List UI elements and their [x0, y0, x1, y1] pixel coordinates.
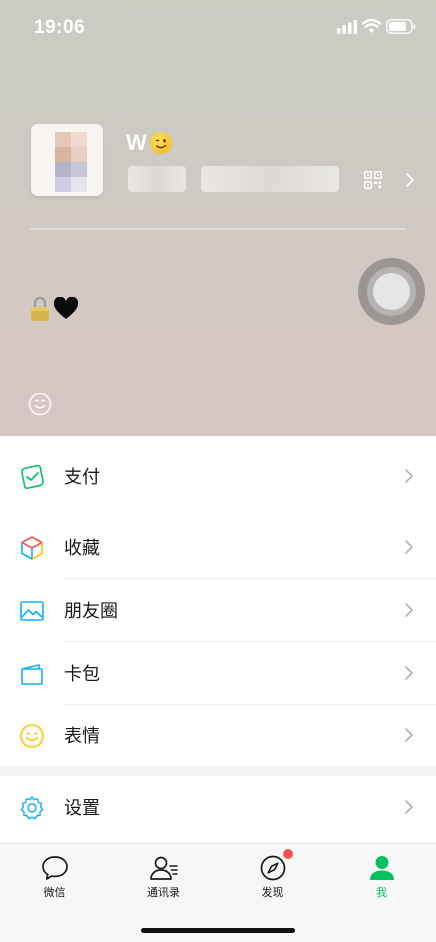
avatar-mosaic — [55, 132, 87, 192]
menu-item-pay[interactable]: 支付 — [0, 445, 436, 507]
assistive-touch-button[interactable] — [358, 258, 425, 325]
menu-item-cards[interactable]: 卡包 — [0, 642, 436, 704]
add-status-smiley-icon[interactable] — [28, 392, 52, 416]
menu-label-cards: 卡包 — [64, 664, 100, 685]
discover-badge-dot — [283, 849, 293, 859]
menu-item-moments[interactable]: 朋友圈 — [0, 579, 436, 641]
status-bar: 19:06 — [0, 0, 436, 54]
status-emoji[interactable] — [29, 296, 79, 322]
profile-chevron-right-icon[interactable] — [404, 172, 416, 188]
chevron-right-icon — [405, 469, 413, 483]
chevron-right-icon — [405, 800, 413, 814]
menu-item-favorites[interactable]: 收藏 — [0, 516, 436, 578]
home-indicator[interactable] — [141, 928, 295, 933]
chevron-right-icon — [405, 603, 413, 617]
chevron-right-icon — [405, 728, 413, 742]
wifi-icon — [362, 19, 381, 33]
compass-icon — [260, 855, 286, 881]
tab-me[interactable]: 我 — [327, 844, 436, 906]
menu-item-settings[interactable]: 设置 — [0, 776, 436, 838]
card-wallet-icon — [21, 664, 43, 685]
wechat-id-redacted — [128, 166, 186, 192]
menu-section-settings: 设置 — [0, 776, 436, 843]
avatar[interactable] — [31, 124, 103, 196]
menu-label-settings: 设置 — [64, 798, 100, 819]
settings-gear-icon — [20, 796, 44, 820]
header-divider — [30, 228, 406, 230]
battery-icon — [386, 19, 416, 34]
sticker-smiley-icon — [20, 724, 44, 748]
pay-icon — [21, 464, 44, 490]
wechat-id-redacted-2 — [201, 166, 339, 192]
favorites-cube-icon — [21, 536, 43, 560]
menu-item-stickers[interactable]: 表情 — [0, 704, 436, 766]
menu-section-main: 收藏 朋友圈 卡包 表情 — [0, 516, 436, 766]
wink-emoji-icon — [149, 132, 172, 154]
menu-label-stickers: 表情 — [64, 726, 100, 747]
moments-photo-icon — [20, 601, 44, 621]
chevron-right-icon — [405, 540, 413, 554]
contacts-icon — [150, 856, 178, 880]
tab-discover[interactable]: 发现 — [218, 844, 327, 906]
assistive-touch-core — [373, 273, 410, 310]
black-heart-icon — [53, 297, 79, 319]
status-time: 19:06 — [34, 17, 86, 38]
chevron-right-icon — [405, 666, 413, 680]
person-icon — [370, 856, 394, 880]
menu-label-moments: 朋友圈 — [64, 601, 118, 622]
tab-contacts[interactable]: 通讯录 — [109, 844, 218, 906]
tab-label: 通讯录 — [147, 886, 180, 899]
tab-chats[interactable]: 微信 — [0, 844, 109, 906]
tab-label: 微信 — [43, 886, 66, 899]
nickname[interactable]: W — [126, 130, 172, 156]
qr-code-icon[interactable] — [364, 171, 382, 189]
tab-label: 我 — [376, 886, 387, 899]
cellular-signal-icon — [337, 20, 357, 34]
nickname-text: W — [126, 130, 147, 155]
lock-icon — [31, 296, 49, 321]
menu-label-favorites: 收藏 — [64, 538, 100, 559]
chat-bubble-icon — [42, 856, 68, 880]
tab-label: 发现 — [261, 886, 284, 899]
menu-label-pay: 支付 — [64, 467, 100, 488]
profile-header: 19:06 W — [0, 0, 436, 436]
menu-section-pay: 支付 — [0, 436, 436, 516]
